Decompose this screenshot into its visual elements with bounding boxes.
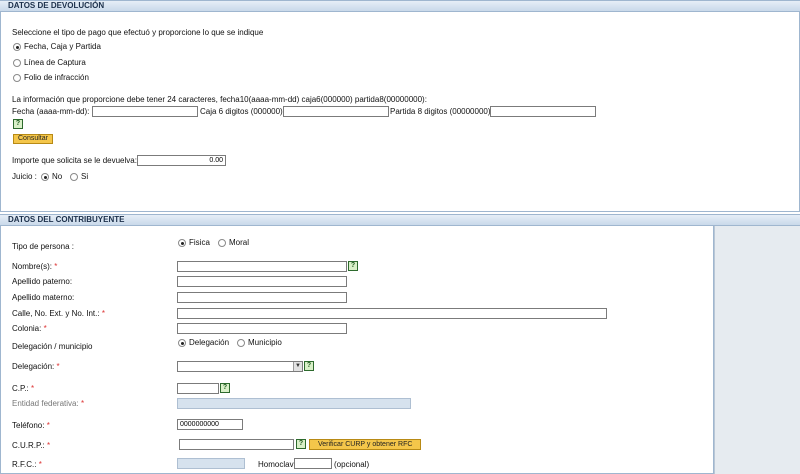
- radio-fecha-caja-partida[interactable]: [13, 43, 21, 51]
- radio-delegacion[interactable]: [178, 339, 186, 347]
- caja-input[interactable]: [283, 106, 389, 117]
- cp-help-icon[interactable]: ?: [220, 383, 230, 393]
- required-mark: *: [56, 362, 60, 371]
- delegacion-help-icon[interactable]: ?: [304, 361, 314, 371]
- rfc-input: [177, 458, 245, 469]
- apellido-paterno-label: Apellido paterno:: [12, 277, 73, 286]
- required-mark: *: [101, 309, 105, 318]
- importe-input[interactable]: [137, 155, 226, 166]
- telefono-input[interactable]: [177, 419, 243, 430]
- required-mark: *: [43, 324, 47, 333]
- calle-input[interactable]: [177, 308, 607, 319]
- nombres-help-icon[interactable]: ?: [348, 261, 358, 271]
- colonia-input[interactable]: [177, 323, 347, 334]
- help-icon[interactable]: ?: [13, 119, 23, 129]
- nombres-input[interactable]: [177, 261, 347, 272]
- nombres-label-text: Nombre(s):: [12, 262, 53, 271]
- rfc-label-text: R.F.C.:: [12, 460, 37, 469]
- chevron-down-icon[interactable]: ▼: [293, 362, 302, 371]
- required-mark: *: [30, 384, 35, 393]
- curp-input[interactable]: [179, 439, 294, 450]
- required-mark: *: [46, 441, 51, 450]
- cp-label-text: C.P.:: [12, 384, 29, 393]
- apellido-materno-label: Apellido materno:: [12, 293, 75, 302]
- homoclave-input[interactable]: [294, 458, 332, 469]
- entidad-input: [177, 398, 411, 409]
- radio-persona-moral[interactable]: [218, 239, 226, 247]
- entidad-label: Entidad federativa: *: [12, 399, 84, 408]
- opcional-label: (opcional): [334, 460, 370, 469]
- importe-label: Importe que solicita se le devuelva:: [12, 156, 137, 165]
- persona-moral-option: Moral: [229, 238, 250, 247]
- radio-juicio-no[interactable]: [41, 173, 49, 181]
- radio-juicio-si[interactable]: [70, 173, 78, 181]
- colonia-label-text: Colonia:: [12, 324, 42, 333]
- radio-folio-infraccion[interactable]: [13, 74, 21, 82]
- partida-input[interactable]: [490, 106, 596, 117]
- devolucion-header: DATOS DE DEVOLUCIÓN: [0, 0, 800, 12]
- radio-linea-captura[interactable]: [13, 59, 21, 67]
- cp-input[interactable]: [177, 383, 219, 394]
- info-text: La información que proporcione debe tene…: [12, 95, 427, 104]
- verificar-curp-button[interactable]: Verificar CURP y obtener RFC: [309, 439, 422, 450]
- calle-label-text: Calle, No. Ext. y No. Int.:: [12, 309, 100, 318]
- calle-label: Calle, No. Ext. y No. Int.: *: [12, 309, 105, 318]
- partida-label: Partida 8 digitos (00000000):: [390, 107, 493, 116]
- curp-help-icon[interactable]: ?: [296, 439, 306, 449]
- rfc-label: R.F.C.: *: [12, 460, 42, 469]
- apellido-materno-input[interactable]: [177, 292, 347, 303]
- deleg-mun-label: Delegación / municipio: [12, 342, 93, 351]
- contribuyente-panel: [0, 214, 714, 474]
- telefono-label-text: Teléfono:: [12, 421, 45, 430]
- delegacion-label-text: Delegación:: [12, 362, 55, 371]
- radio-persona-fisica[interactable]: [178, 239, 186, 247]
- radio-municipio[interactable]: [237, 339, 245, 347]
- colonia-label: Colonia: *: [12, 324, 47, 333]
- juicio-label: Juicio :: [12, 172, 37, 181]
- nombres-label: Nombre(s): *: [12, 262, 57, 271]
- payment-instruction: Seleccione el tipo de pago que efectuó y…: [12, 28, 264, 37]
- consultar-button[interactable]: Consultar: [13, 134, 53, 144]
- caja-label: Caja 6 digitos (000000):: [200, 107, 285, 116]
- juicio-option-no: No: [52, 172, 63, 181]
- required-mark: *: [46, 421, 50, 430]
- persona-fisica-option: Fisica: [189, 238, 210, 247]
- curp-label-text: C.U.R.P.:: [12, 441, 45, 450]
- delegacion-label: Delegación: *: [12, 362, 60, 371]
- fecha-input[interactable]: [92, 106, 198, 117]
- juicio-option-si: Si: [81, 172, 89, 181]
- tipo-persona-label: Tipo de persona :: [12, 242, 74, 251]
- delegacion-select[interactable]: ▼: [177, 361, 303, 372]
- delegacion-option: Delegación: [189, 338, 230, 347]
- required-mark: *: [38, 460, 42, 469]
- apellido-paterno-input[interactable]: [177, 276, 347, 287]
- fecha-label: Fecha (aaaa-mm-dd):: [12, 107, 90, 116]
- option-folio-infraccion: Folio de infracción: [24, 73, 89, 82]
- curp-label: C.U.R.P.: *: [12, 441, 50, 450]
- cp-label: C.P.: *: [12, 384, 34, 393]
- contribuyente-header: DATOS DEL CONTRIBUYENTE: [0, 214, 800, 226]
- side-panel: [714, 226, 800, 474]
- entidad-label-text: Entidad federativa:: [12, 399, 79, 408]
- option-fecha-caja-partida: Fecha, Caja y Partida: [24, 42, 101, 51]
- municipio-option: Municipio: [248, 338, 282, 347]
- required-mark: *: [80, 399, 85, 408]
- option-linea-captura: Línea de Captura: [24, 58, 86, 67]
- required-mark: *: [54, 262, 58, 271]
- telefono-label: Teléfono: *: [12, 421, 50, 430]
